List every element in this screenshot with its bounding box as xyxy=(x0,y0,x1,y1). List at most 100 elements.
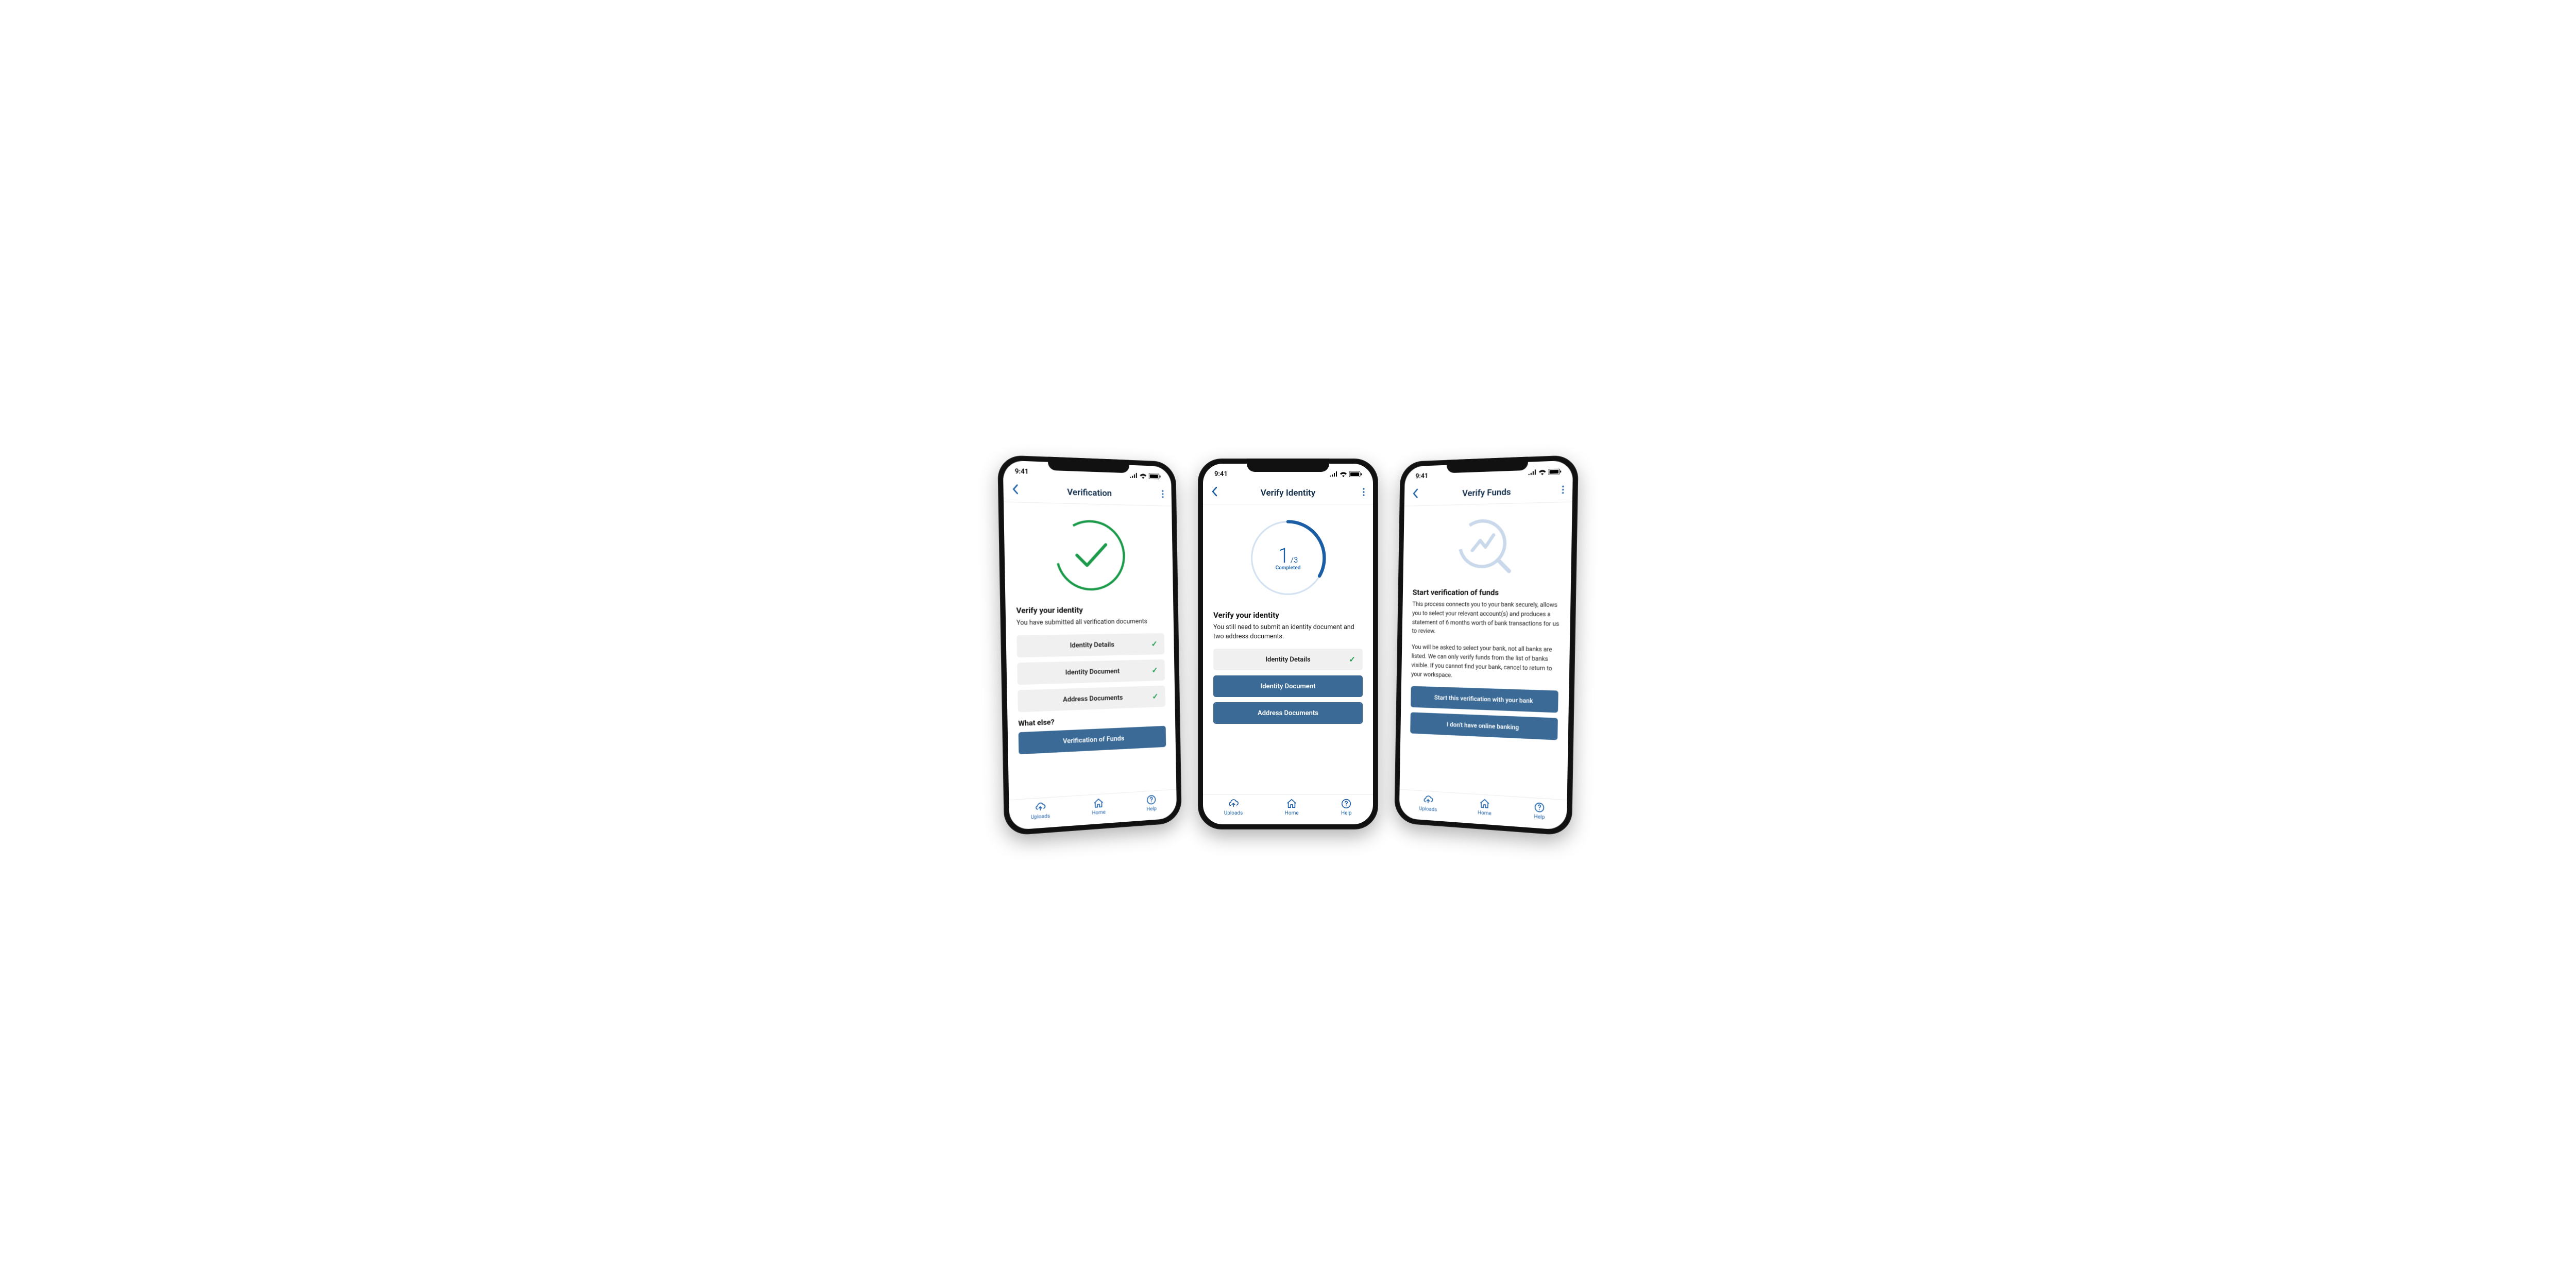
section-heading: Verify your identity xyxy=(1213,611,1363,620)
more-vertical-icon xyxy=(1162,490,1164,498)
address-documents-item[interactable]: Address Documents ✓ xyxy=(1018,686,1165,713)
upload-cloud-icon xyxy=(1035,801,1046,814)
section-subtext: You still need to submit an identity doc… xyxy=(1213,623,1363,641)
home-icon xyxy=(1479,798,1490,809)
button-label: Address Documents xyxy=(1258,709,1318,717)
more-button[interactable] xyxy=(1551,485,1564,497)
tab-label: Uploads xyxy=(1224,810,1243,816)
more-vertical-icon xyxy=(1363,488,1365,496)
tab-uploads[interactable]: Uploads xyxy=(1224,798,1243,816)
identity-details-item[interactable]: Identity Details ✓ xyxy=(1016,633,1164,657)
chevron-left-icon xyxy=(1012,484,1019,495)
check-icon: ✓ xyxy=(1152,692,1158,701)
wifi-icon xyxy=(1538,469,1547,475)
wifi-icon xyxy=(1140,473,1147,479)
identity-document-item[interactable]: Identity Document ✓ xyxy=(1017,659,1165,685)
tab-home[interactable]: Home xyxy=(1092,797,1106,816)
tab-home[interactable]: Home xyxy=(1478,798,1492,817)
help-icon xyxy=(1341,798,1352,809)
header: Verify Identity xyxy=(1203,484,1373,504)
notch xyxy=(1048,457,1130,473)
signal-icon xyxy=(1528,469,1536,475)
upload-cloud-icon xyxy=(1422,794,1433,806)
check-icon: ✓ xyxy=(1349,655,1355,664)
check-icon: ✓ xyxy=(1151,639,1158,649)
success-graphic xyxy=(1014,509,1164,603)
item-label: Identity Document xyxy=(1065,667,1120,676)
tab-home[interactable]: Home xyxy=(1285,798,1299,816)
item-label: Identity Details xyxy=(1265,656,1310,664)
tab-bar: Uploads Home Help xyxy=(1203,794,1373,824)
check-icon: ✓ xyxy=(1151,666,1158,675)
what-else-label: What else? xyxy=(1018,714,1165,728)
tab-uploads[interactable]: Uploads xyxy=(1030,801,1050,820)
status-time: 9:41 xyxy=(1415,472,1428,480)
paragraph-2: You will be asked to select your bank, n… xyxy=(1411,643,1559,683)
button-label: Identity Document xyxy=(1261,683,1316,690)
content: Verify your identity You have submitted … xyxy=(1004,502,1176,800)
phone-verify-funds: 9:41 Verify Funds xyxy=(1394,455,1579,836)
tab-label: Uploads xyxy=(1031,814,1050,821)
start-verification-button[interactable]: Start this verification with your bank xyxy=(1411,686,1558,713)
back-button[interactable] xyxy=(1211,486,1224,500)
notch xyxy=(1447,457,1529,473)
help-icon xyxy=(1534,801,1546,814)
chevron-left-icon xyxy=(1211,486,1217,497)
back-button[interactable] xyxy=(1012,484,1025,498)
no-online-banking-button[interactable]: I don't have online banking xyxy=(1410,712,1558,740)
tab-label: Help xyxy=(1146,806,1157,812)
battery-icon xyxy=(1149,473,1161,479)
progress-text: 1/3 Completed xyxy=(1247,517,1329,599)
progress-ring: 1/3 Completed xyxy=(1213,511,1363,608)
wifi-icon xyxy=(1340,471,1347,477)
paragraph-1: This process connects you to your bank s… xyxy=(1412,600,1560,638)
tab-uploads[interactable]: Uploads xyxy=(1419,794,1437,813)
screen: 9:41 Verify Funds xyxy=(1399,460,1573,830)
battery-icon xyxy=(1349,471,1362,477)
progress-label: Completed xyxy=(1276,565,1301,571)
more-button[interactable] xyxy=(1352,488,1365,499)
tab-label: Home xyxy=(1092,809,1106,816)
tab-help[interactable]: Help xyxy=(1146,794,1157,812)
button-label: Verification of Funds xyxy=(1063,735,1125,745)
status-indicators xyxy=(1329,471,1362,477)
progress-done: 1 xyxy=(1278,544,1290,568)
section-subtext: You have submitted all verification docu… xyxy=(1016,617,1164,628)
status-time: 9:41 xyxy=(1015,467,1029,476)
tab-label: Home xyxy=(1478,810,1492,817)
page-title: Verify Funds xyxy=(1462,487,1511,499)
content: 1/3 Completed Verify your identity You s… xyxy=(1203,504,1373,794)
address-documents-button[interactable]: Address Documents xyxy=(1213,702,1363,724)
section-heading: Verify your identity xyxy=(1016,605,1164,615)
button-label: I don't have online banking xyxy=(1447,721,1519,731)
status-indicators xyxy=(1528,468,1562,475)
screen: 9:41 Verify Identity xyxy=(1203,464,1373,824)
page-title: Verify Identity xyxy=(1261,488,1315,498)
tab-help[interactable]: Help xyxy=(1341,798,1352,816)
tab-label: Help xyxy=(1534,814,1545,821)
signal-icon xyxy=(1329,471,1337,477)
signal-icon xyxy=(1129,473,1138,478)
upload-cloud-icon xyxy=(1228,798,1239,809)
page-title: Verification xyxy=(1067,487,1112,499)
chevron-left-icon xyxy=(1412,488,1418,499)
section-heading: Start verification of funds xyxy=(1413,588,1561,598)
more-vertical-icon xyxy=(1562,485,1564,494)
more-button[interactable] xyxy=(1152,489,1164,500)
tab-help[interactable]: Help xyxy=(1534,801,1546,820)
battery-icon xyxy=(1548,468,1561,474)
back-button[interactable] xyxy=(1412,488,1424,502)
identity-document-button[interactable]: Identity Document xyxy=(1213,675,1363,697)
verification-of-funds-button[interactable]: Verification of Funds xyxy=(1019,726,1166,754)
status-time: 9:41 xyxy=(1214,470,1228,478)
home-icon xyxy=(1286,798,1297,809)
notch xyxy=(1247,459,1329,472)
checkmark-circle-icon xyxy=(1052,516,1129,594)
phone-verification: 9:41 Verification Veri xyxy=(997,455,1182,836)
identity-details-item[interactable]: Identity Details ✓ xyxy=(1213,649,1363,670)
home-icon xyxy=(1093,798,1104,809)
screen: 9:41 Verification Veri xyxy=(1003,460,1177,830)
button-label: Start this verification with your bank xyxy=(1434,693,1533,704)
funds-graphic xyxy=(1413,509,1562,586)
status-indicators xyxy=(1129,472,1160,479)
